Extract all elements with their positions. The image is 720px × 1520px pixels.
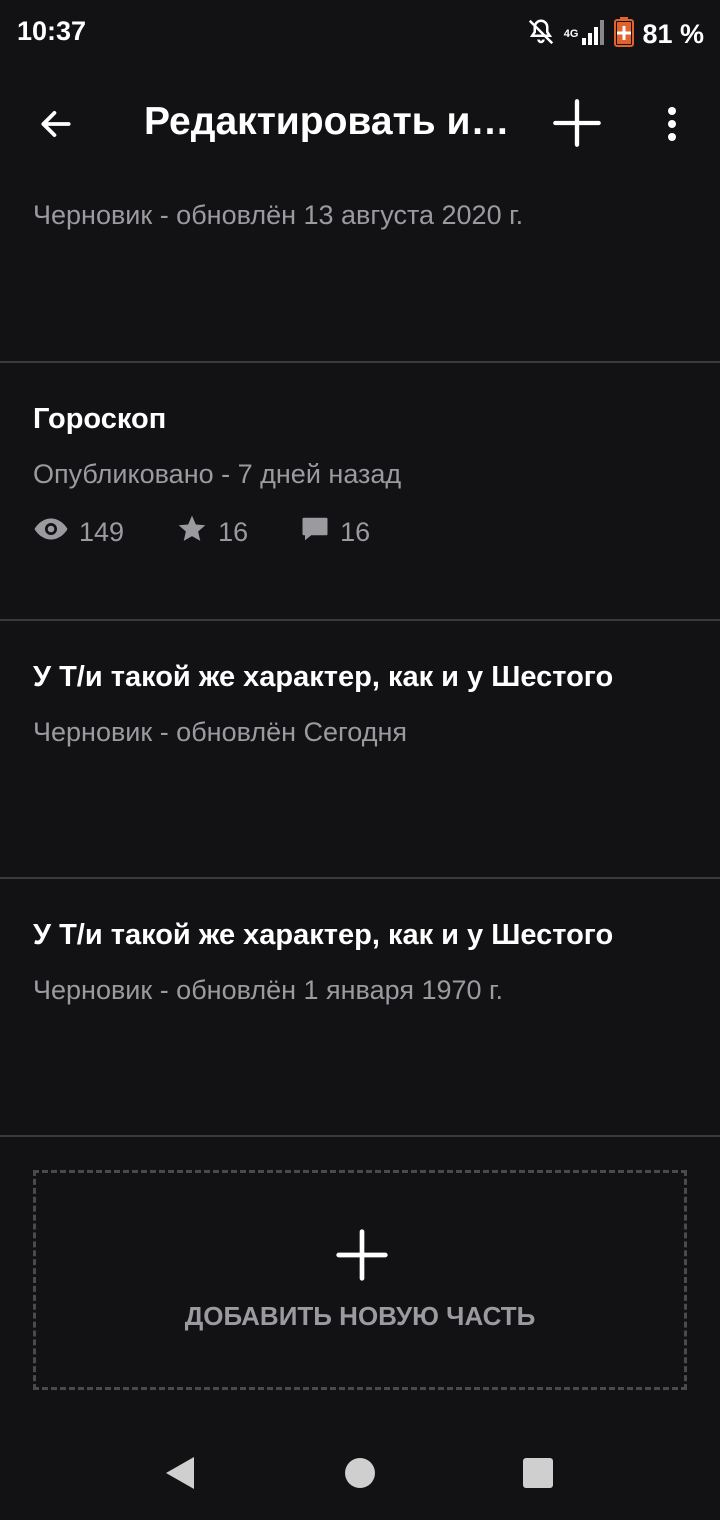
back-button[interactable] (26, 96, 86, 156)
more-vertical-icon (666, 106, 678, 147)
views-stat: 149 (33, 516, 124, 549)
nav-home-button[interactable] (335, 1450, 385, 1500)
battery-percent: 81 % (642, 18, 704, 49)
add-part-toolbar-button[interactable] (546, 94, 608, 156)
eye-icon (33, 516, 79, 549)
triangle-back-icon (163, 1455, 197, 1496)
part-status: Черновик - обновлён 13 августа 2020 г. (33, 200, 524, 230)
part-status: Черновик - обновлён Сегодня (33, 717, 407, 747)
plus-icon (334, 1227, 390, 1283)
comments-stat: 16 (300, 514, 370, 551)
comments-count: 16 (340, 517, 371, 547)
votes-count: 16 (218, 517, 249, 547)
star-icon (176, 513, 218, 552)
parts-list: Черновик - обновлён 13 августа 2020 г. Г… (0, 180, 720, 1137)
views-count: 149 (79, 517, 125, 547)
part-title: У Т/и такой же характер, как и у Шестого (33, 919, 614, 951)
battery-icon (614, 16, 635, 52)
circle-home-icon (344, 1457, 376, 1494)
plus-icon (551, 97, 603, 154)
votes-stat: 16 (176, 513, 248, 552)
square-recents-icon (522, 1457, 554, 1494)
part-title: Гороскоп (33, 403, 167, 435)
signal-icon (580, 18, 606, 51)
nav-back-button[interactable] (155, 1450, 205, 1500)
add-new-part-label: ДОБАВИТЬ НОВУЮ ЧАСТЬ (184, 1301, 536, 1331)
system-nav-bar (0, 1430, 720, 1520)
part-stats: 149 16 16 (33, 513, 422, 552)
status-icons: 4G 81 % (526, 14, 704, 54)
part-item[interactable]: Гороскоп Опубликовано - 7 дней назад 149 (0, 363, 720, 621)
part-item[interactable]: У Т/и такой же характер, как и у Шестого… (0, 879, 720, 1137)
status-bar: 10:37 4G 81 % (0, 0, 720, 70)
part-status: Черновик - обновлён 1 января 1970 г. (33, 975, 504, 1005)
part-title: У Т/и такой же характер, как и у Шестого (33, 661, 614, 693)
part-item[interactable]: У Т/и такой же характер, как и у Шестого… (0, 621, 720, 879)
arrow-left-icon (37, 105, 75, 148)
more-options-button[interactable] (648, 96, 696, 156)
part-item[interactable]: Черновик - обновлён 13 августа 2020 г. (0, 180, 720, 363)
app-bar: Редактировать и… (0, 80, 720, 170)
part-status: Опубликовано - 7 дней назад (33, 459, 402, 489)
status-time: 10:37 (17, 16, 87, 46)
page-title: Редактировать и… (144, 100, 510, 143)
comment-icon (300, 514, 340, 551)
network-label: 4G (563, 28, 579, 40)
add-new-part-button[interactable]: ДОБАВИТЬ НОВУЮ ЧАСТЬ (33, 1170, 687, 1390)
nav-recents-button[interactable] (513, 1450, 563, 1500)
notifications-off-icon (526, 17, 556, 52)
